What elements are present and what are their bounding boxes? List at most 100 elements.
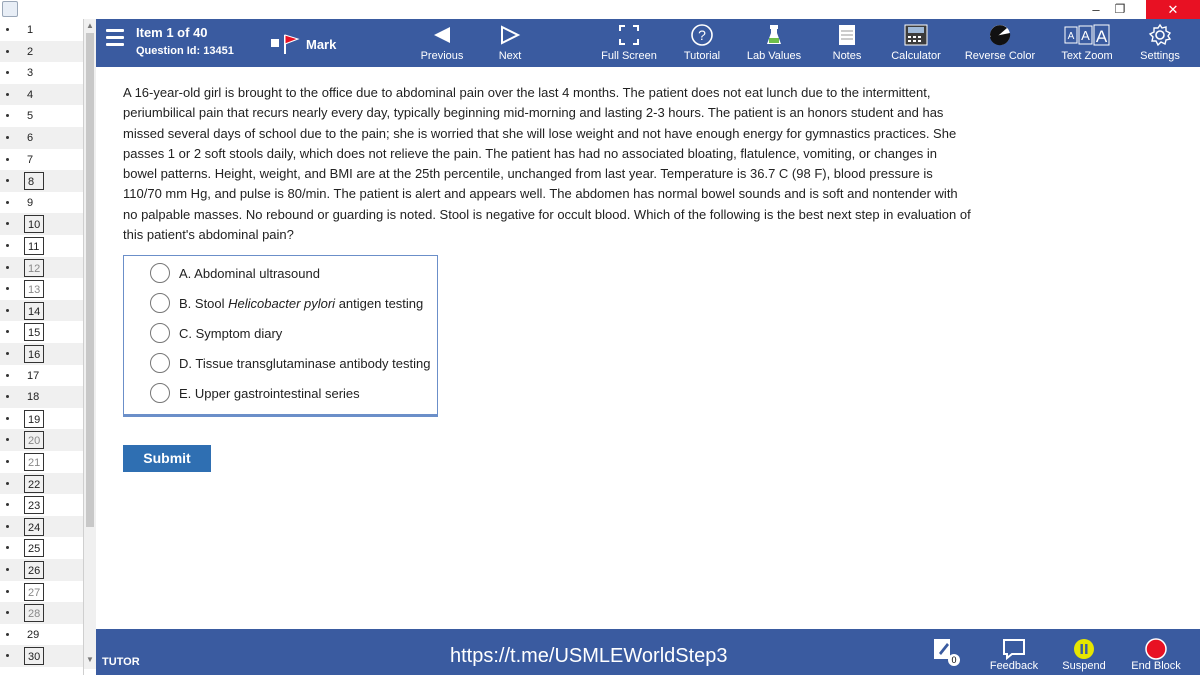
question-list-item[interactable]: 22 xyxy=(0,472,83,495)
status-dot-icon xyxy=(6,222,9,226)
mark-label[interactable]: Mark xyxy=(306,37,336,52)
window-titlebar: – ❐ ✕ xyxy=(0,0,1200,19)
question-list-item[interactable]: 27 xyxy=(0,581,83,603)
status-dot-icon xyxy=(6,611,9,615)
watermark-link: https://t.me/USMLEWorldStep3 xyxy=(450,645,728,667)
scroll-down-arrow-icon[interactable]: ▼ xyxy=(84,655,96,665)
radio-button[interactable] xyxy=(150,323,170,343)
app-icon xyxy=(2,1,18,17)
radio-button[interactable] xyxy=(150,293,170,313)
question-list-item[interactable]: 9 xyxy=(0,192,83,214)
question-number: 15 xyxy=(24,323,44,342)
end-block-button[interactable]: End Block xyxy=(1128,629,1184,675)
close-button[interactable]: ✕ xyxy=(1146,0,1200,19)
calculator-button[interactable]: Calculator xyxy=(888,19,944,67)
submit-button[interactable]: Submit xyxy=(123,445,211,472)
mark-checkbox[interactable] xyxy=(271,39,279,47)
status-dot-icon xyxy=(6,287,9,291)
question-number: 16 xyxy=(24,345,44,363)
scroll-up-arrow-icon[interactable]: ▲ xyxy=(84,21,96,31)
question-list-item[interactable]: 8 xyxy=(0,170,83,192)
answer-option-e[interactable]: E. Upper gastrointestinal series xyxy=(124,378,437,408)
status-dot-icon xyxy=(6,481,9,485)
reverse-color-button[interactable]: Reverse Color xyxy=(962,19,1038,67)
next-button[interactable]: Next xyxy=(488,19,532,67)
suspend-button[interactable]: Suspend xyxy=(1058,629,1110,675)
status-dot-icon xyxy=(6,157,9,161)
lab-values-button[interactable]: Lab Values xyxy=(742,19,806,67)
text-zoom-button[interactable]: A A A Text Zoom xyxy=(1058,19,1116,67)
question-number: 12 xyxy=(24,258,44,277)
question-number: 8 xyxy=(24,172,44,191)
question-number: 2 xyxy=(27,45,34,58)
question-list-item[interactable]: 7 xyxy=(0,149,83,171)
question-list-item[interactable]: 2 xyxy=(0,40,83,63)
maximize-button[interactable]: ❐ xyxy=(1108,0,1132,19)
question-list-item[interactable]: 5 xyxy=(0,105,83,127)
question-list-item[interactable]: 1 xyxy=(0,19,83,41)
question-list-item[interactable]: 15 xyxy=(0,321,83,343)
scroll-thumb[interactable] xyxy=(86,33,94,527)
question-list-item[interactable]: 19 xyxy=(0,408,83,430)
feedback-button[interactable]: Feedback xyxy=(984,629,1044,675)
question-list-item[interactable]: 26 xyxy=(0,559,83,581)
question-list-item[interactable]: 3 xyxy=(0,62,83,84)
question-number: 18 xyxy=(27,391,40,404)
question-number: 5 xyxy=(27,110,34,123)
question-number: 9 xyxy=(27,196,34,209)
question-list-item[interactable]: 28 xyxy=(0,602,83,624)
bottom-bar: TUTOR https://t.me/USMLEWorldStep3 0 Fee… xyxy=(96,629,1200,675)
status-dot-icon xyxy=(6,589,9,593)
radio-button[interactable] xyxy=(150,263,170,283)
question-list-item[interactable]: 4 xyxy=(0,83,83,106)
notes-button[interactable]: Notes xyxy=(826,19,868,67)
notes-counter[interactable]: 0 xyxy=(926,629,960,675)
answer-option-c[interactable]: C. Symptom diary xyxy=(124,318,437,348)
menu-icon[interactable] xyxy=(106,29,124,49)
status-dot-icon xyxy=(6,632,9,636)
previous-arrow-icon xyxy=(434,27,450,43)
svg-text:A: A xyxy=(1081,28,1090,43)
question-number: 21 xyxy=(24,453,44,471)
answer-option-a[interactable]: A. Abdominal ultrasound xyxy=(124,258,437,288)
tutorial-button[interactable]: ? Tutorial xyxy=(678,19,726,67)
question-list-item[interactable]: 25 xyxy=(0,537,83,559)
answer-label: D. Tissue transglutaminase antibody test… xyxy=(179,356,431,371)
question-list-item[interactable]: 30 xyxy=(0,645,83,667)
question-list-item[interactable]: 23 xyxy=(0,494,83,516)
minimize-button[interactable]: – xyxy=(1088,0,1104,19)
question-list-item[interactable]: 11 xyxy=(0,235,83,257)
answer-label: E. Upper gastrointestinal series xyxy=(179,386,360,401)
answer-option-d[interactable]: D. Tissue transglutaminase antibody test… xyxy=(124,348,437,378)
status-dot-icon xyxy=(6,395,9,399)
question-list-scrollbar[interactable]: ▲ ▼ xyxy=(84,19,96,669)
question-list-item[interactable]: 21 xyxy=(0,451,83,473)
question-number: 11 xyxy=(24,237,44,255)
radio-button[interactable] xyxy=(150,383,170,403)
status-dot-icon xyxy=(6,373,9,377)
status-dot-icon xyxy=(6,114,9,118)
item-counter: Item 1 of 40 xyxy=(136,25,208,40)
question-list-item[interactable]: 10 xyxy=(0,213,83,235)
previous-button[interactable]: Previous xyxy=(412,19,472,67)
flag-icon[interactable] xyxy=(282,33,300,55)
question-number: 27 xyxy=(24,582,44,601)
question-list-item[interactable]: 18 xyxy=(0,386,83,408)
question-list-item[interactable]: 29 xyxy=(0,624,83,646)
question-list-item[interactable]: 20 xyxy=(0,429,83,451)
radio-button[interactable] xyxy=(150,353,170,373)
question-id: Question Id: 13451 xyxy=(136,45,234,57)
question-list-item[interactable]: 12 xyxy=(0,256,83,279)
question-list-item[interactable]: 24 xyxy=(0,515,83,538)
question-number: 17 xyxy=(27,369,40,382)
question-list-item[interactable]: 14 xyxy=(0,299,83,322)
question-list-item[interactable]: 6 xyxy=(0,127,83,149)
question-list-item[interactable]: 16 xyxy=(0,343,83,365)
status-dot-icon xyxy=(6,416,9,420)
full-screen-button[interactable]: Full Screen xyxy=(596,19,662,67)
answer-option-b[interactable]: B. Stool Helicobacter pylori antigen tes… xyxy=(124,288,437,318)
settings-button[interactable]: Settings xyxy=(1138,19,1182,67)
question-number: 3 xyxy=(27,67,34,80)
question-list-item[interactable]: 13 xyxy=(0,278,83,300)
question-list-item[interactable]: 17 xyxy=(0,365,83,387)
